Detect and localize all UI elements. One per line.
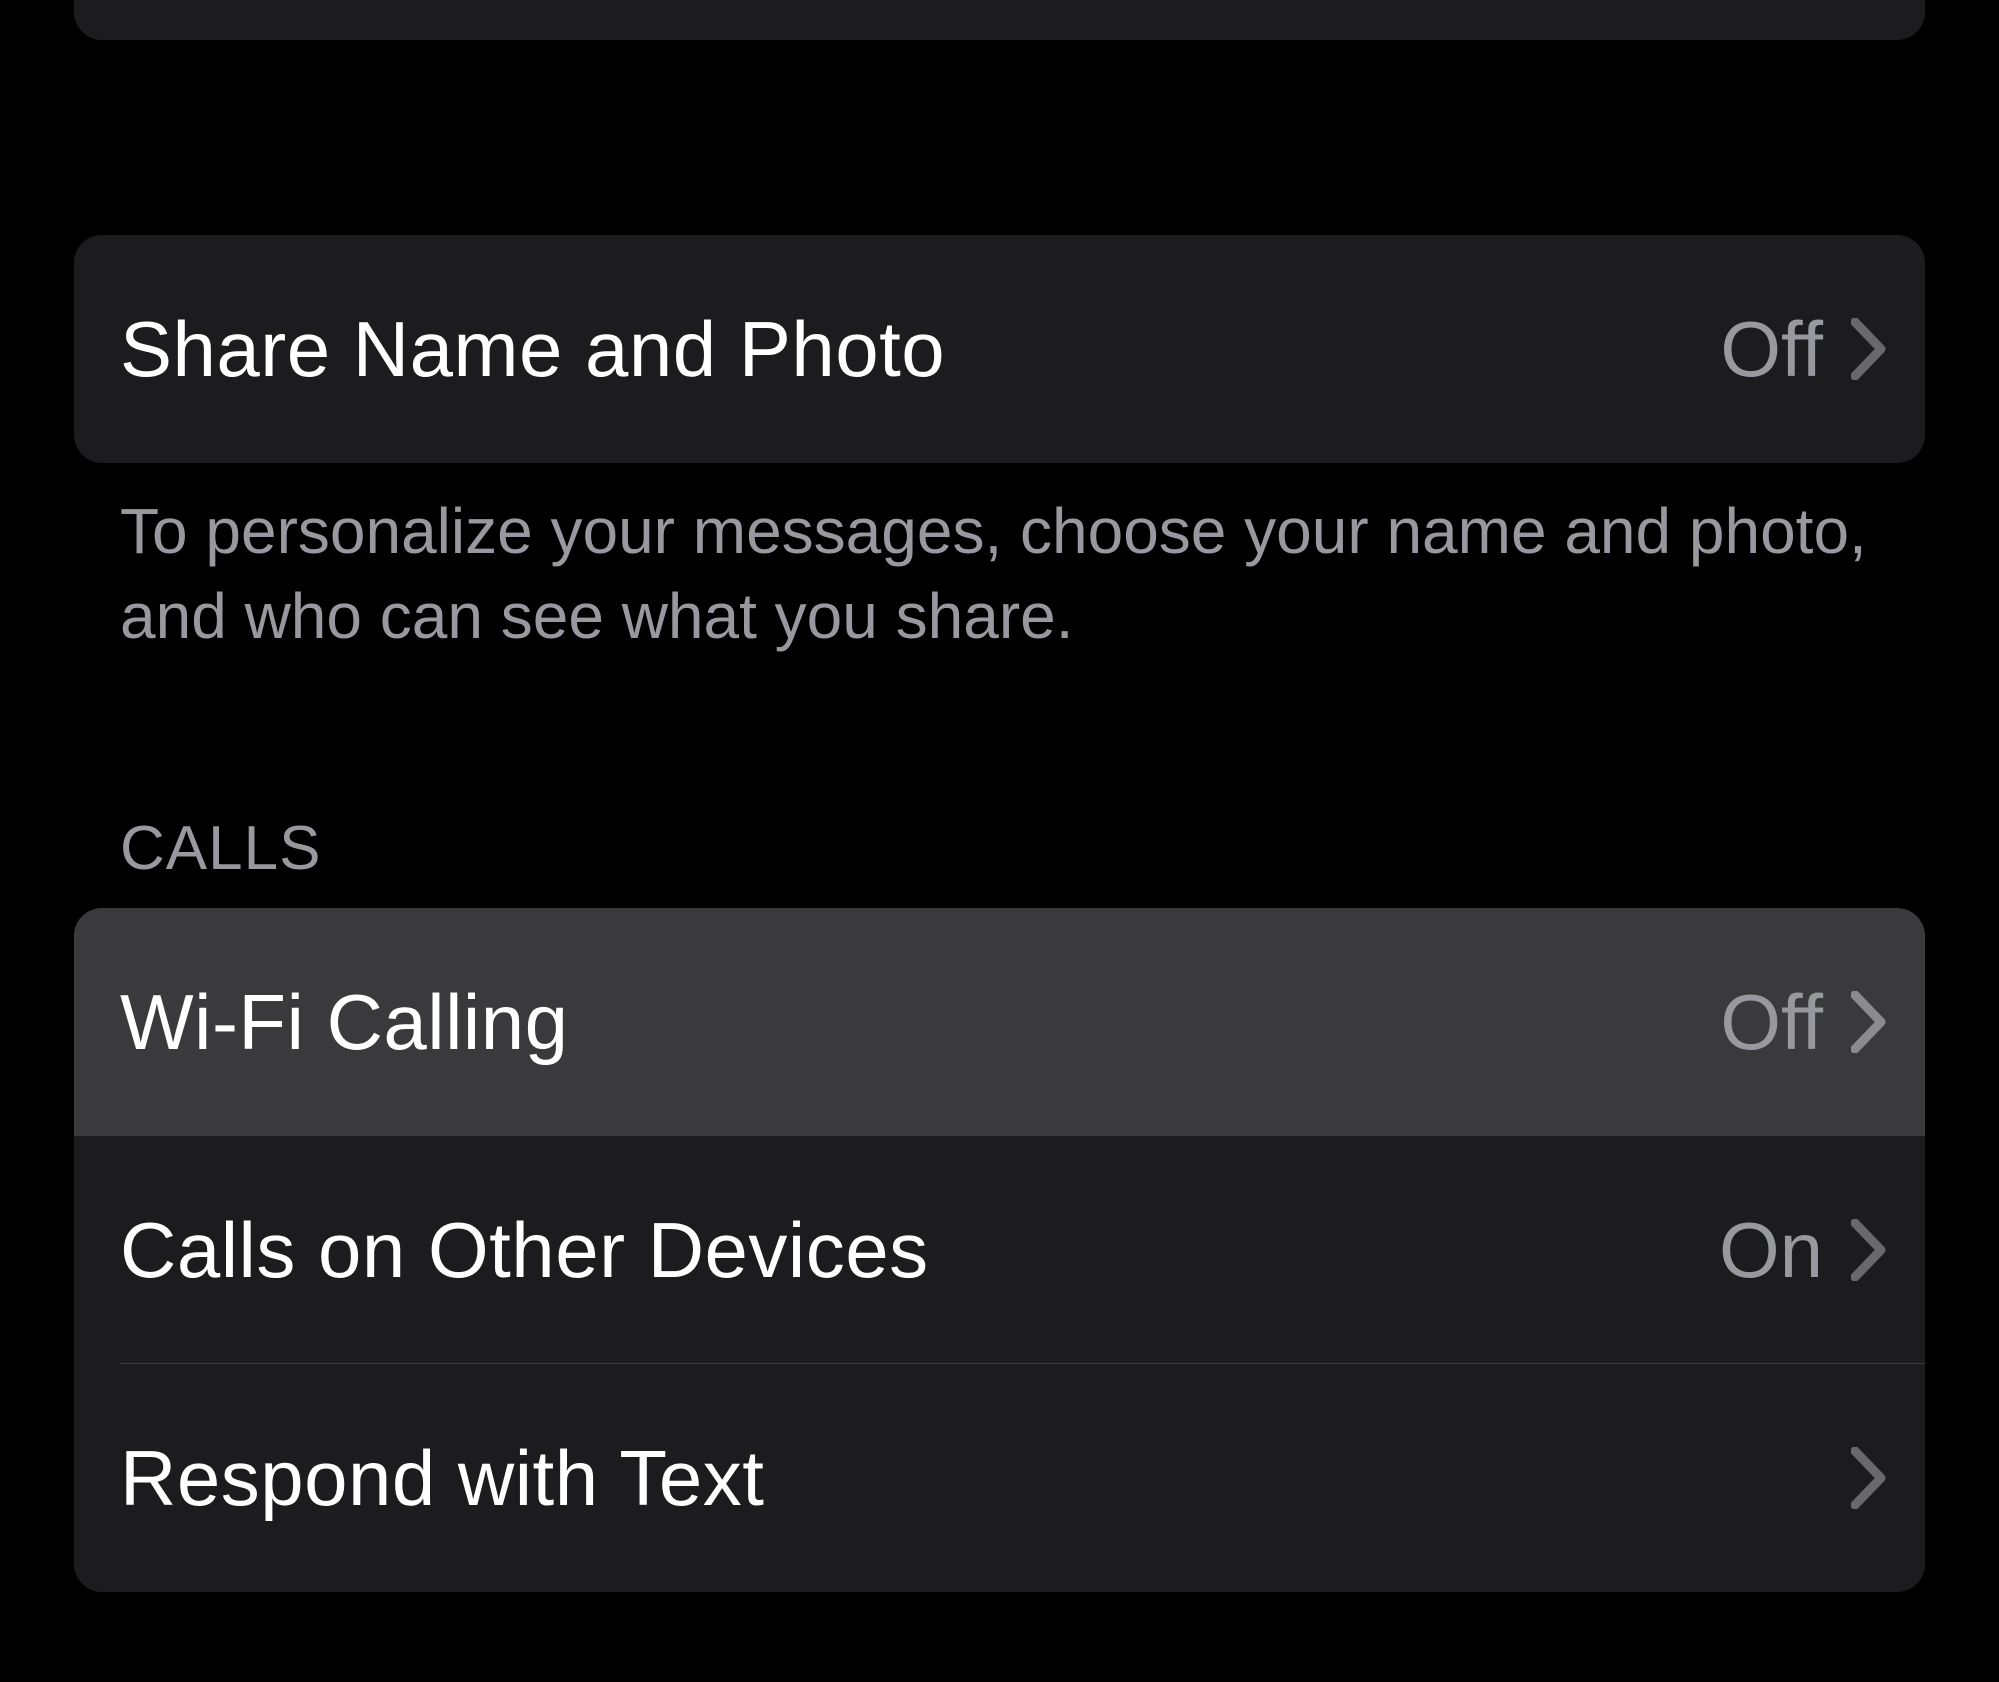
chevron-right-icon <box>1851 318 1887 380</box>
share-section-footer: To personalize your messages, choose you… <box>74 463 1925 659</box>
share-name-photo-row[interactable]: Share Name and Photo Off <box>74 235 1925 463</box>
share-name-photo-group: Share Name and Photo Off <box>74 235 1925 463</box>
wifi-calling-label: Wi-Fi Calling <box>120 977 1720 1068</box>
respond-with-text-label: Respond with Text <box>120 1433 1823 1524</box>
respond-with-text-row[interactable]: Respond with Text <box>74 1364 1925 1592</box>
calls-other-devices-row[interactable]: Calls on Other Devices On <box>74 1136 1925 1364</box>
chevron-right-icon <box>1851 1447 1887 1509</box>
wifi-calling-row[interactable]: Wi-Fi Calling Off <box>74 908 1925 1136</box>
chevron-right-icon <box>1851 1219 1887 1281</box>
share-name-photo-value: Off <box>1720 304 1823 395</box>
share-name-photo-label: Share Name and Photo <box>120 304 1720 395</box>
calls-section-header: CALLS <box>74 813 1925 908</box>
wifi-calling-value: Off <box>1720 977 1823 1068</box>
calls-other-devices-label: Calls on Other Devices <box>120 1205 1719 1296</box>
calls-group: Wi-Fi Calling Off Calls on Other Devices… <box>74 908 1925 1592</box>
previous-group-bottom <box>74 0 1925 40</box>
calls-other-devices-value: On <box>1719 1205 1823 1296</box>
chevron-right-icon <box>1851 991 1887 1053</box>
